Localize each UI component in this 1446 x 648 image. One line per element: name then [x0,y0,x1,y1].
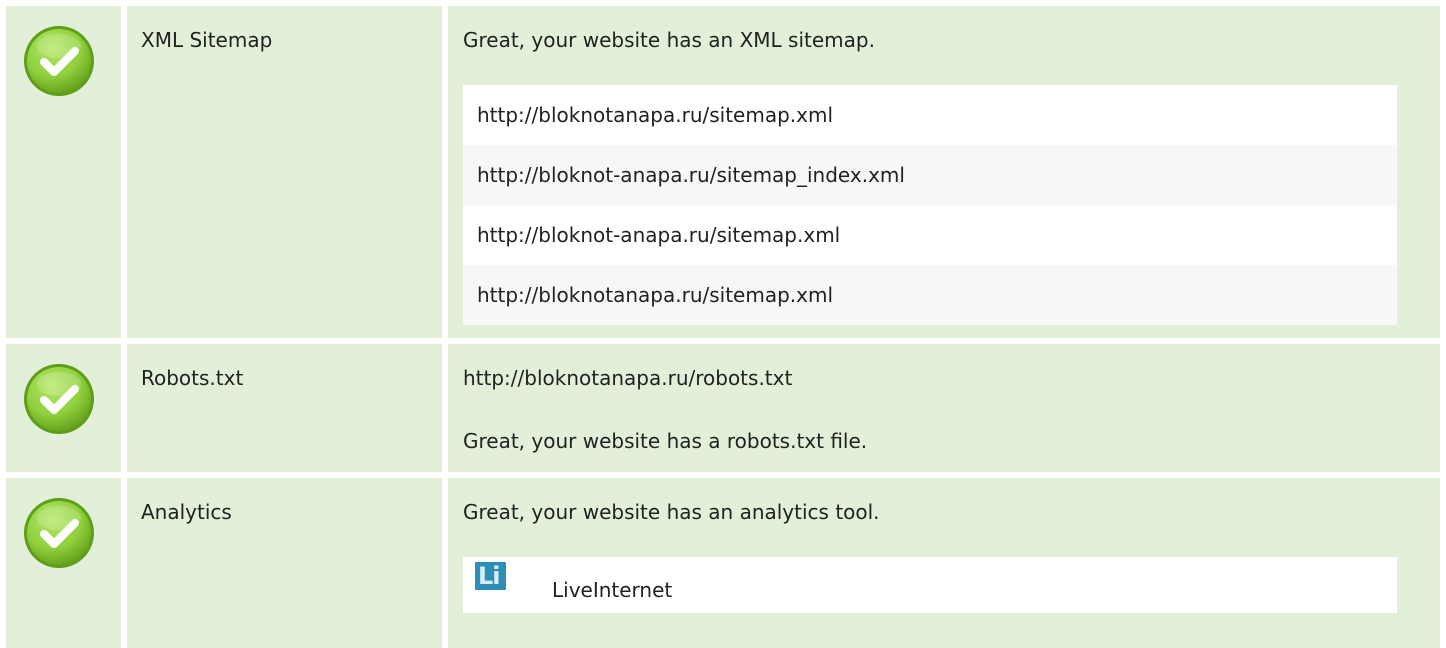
check-row-robots-txt: Robots.txt http://bloknotanapa.ru/robots… [6,344,1440,472]
sitemap-list: http://bloknotanapa.ru/sitemap.xml http:… [463,85,1397,325]
check-message: Great, your website has an XML sitemap. [463,28,875,52]
check-detail-cell: Great, your website has an XML sitemap. … [448,6,1440,338]
sitemap-link[interactable]: http://bloknot-anapa.ru/sitemap.xml [463,205,1397,265]
sitemap-link[interactable]: http://bloknotanapa.ru/sitemap.xml [463,265,1397,325]
sitemap-link[interactable]: http://bloknot-anapa.ru/sitemap_index.xm… [463,145,1397,205]
check-name: Robots.txt [141,366,244,390]
check-detail-cell: Great, your website has an analytics too… [448,478,1440,648]
robots-url[interactable]: http://bloknotanapa.ru/robots.txt [463,366,792,390]
check-message: Great, your website has a robots.txt fil… [463,429,868,453]
liveinternet-logo-icon: Li [475,562,506,590]
check-row-analytics: Analytics Great, your website has an ana… [6,478,1440,648]
analytics-tool-item: Li LiveInternet [463,557,1397,613]
logo-text: Li [478,562,501,590]
check-name: Analytics [141,500,232,524]
status-cell [6,344,121,472]
check-name-cell: Robots.txt [127,344,442,472]
check-name-cell: XML Sitemap [127,6,442,338]
check-circle-icon [24,26,94,96]
status-cell [6,478,121,648]
check-circle-icon [24,498,94,568]
status-cell [6,6,121,338]
check-name-cell: Analytics [127,478,442,648]
check-message: Great, your website has an analytics too… [463,500,880,524]
check-row-xml-sitemap: XML Sitemap Great, your website has an X… [6,6,1440,338]
check-circle-icon [24,364,94,434]
sitemap-link[interactable]: http://bloknotanapa.ru/sitemap.xml [463,85,1397,145]
check-name: XML Sitemap [141,28,273,52]
check-detail-cell: http://bloknotanapa.ru/robots.txt Great,… [448,344,1440,472]
analytics-tool-name: LiveInternet [552,578,673,602]
